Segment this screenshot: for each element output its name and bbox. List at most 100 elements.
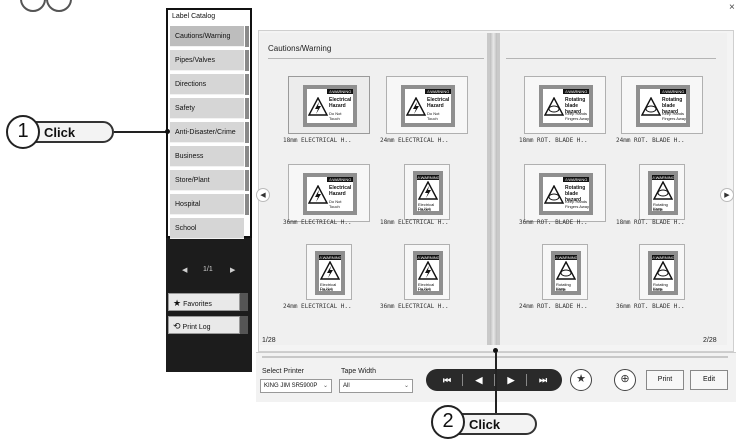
- electrical-hazard-warning-label: ⚠WARNING Electrical Hazard Do Not Touch: [315, 251, 345, 295]
- callout-2-pill: Click: [455, 413, 537, 435]
- print-log-label: Print Log: [182, 324, 211, 331]
- warning-header: ⚠WARNING: [660, 89, 686, 94]
- thumbnail-frame[interactable]: ⚠WARNING Electrical Hazard Do Not Touch: [306, 244, 352, 300]
- thumbnail-frame[interactable]: ⚠WARNING Electrical Hazard Do Not Touch: [386, 76, 468, 134]
- category-scroll-indicator: [245, 146, 249, 167]
- thumbnail-frame[interactable]: ⚠WARNING Electrical Hazard Do Not Touch: [288, 76, 370, 134]
- thumbnail-caption: 18mm ELECTRICAL H..: [380, 219, 449, 226]
- category-item-safety[interactable]: Safety: [170, 98, 244, 119]
- print-log-button-edge: [240, 316, 248, 334]
- rotating-blade-warning-label: ⚠WARNINGRotating bladeKeep Hands Fingers…: [551, 251, 581, 295]
- electrical-hazard-icon: [406, 97, 426, 116]
- label-sub-text: Do Not Touch: [320, 286, 333, 295]
- rotating-blade-warning-label: ⚠WARNING Rotating blade hazard Keep Hands F…: [636, 85, 690, 127]
- thumbnail-caption: 18mm ELECTRICAL H..: [283, 137, 352, 144]
- tape-width-label: Tape Width: [341, 368, 377, 375]
- tape-width-select-value: All: [343, 383, 350, 389]
- label-sub-text: Do Not Touch: [329, 199, 342, 209]
- chevron-down-icon: ⌄: [322, 383, 328, 389]
- label-main-text: Hazard: [329, 103, 346, 109]
- label-main-text: Hazard: [427, 103, 444, 109]
- thumbnail-caption: 36mm ROT. BLADE H..: [616, 303, 685, 310]
- category-item-business[interactable]: Business: [170, 146, 244, 167]
- catalog-prev-arrow[interactable]: ◀: [256, 188, 270, 202]
- tape-width-select[interactable]: All ⌄: [339, 379, 413, 393]
- warning-header: ⚠WARNING: [327, 177, 353, 182]
- category-item-store-plant[interactable]: Store/Plant: [170, 170, 244, 191]
- rotating-blade-warning-label: ⚠WARNINGRotating bladeKeep Hands Fingers…: [648, 171, 678, 215]
- rotating-blade-warning-label: ⚠WARNINGRotating bladeKeep Hands Fingers…: [648, 251, 678, 295]
- callout-1-dot: [165, 129, 170, 134]
- thumbnail-caption: 18mm ROT. BLADE H..: [519, 137, 588, 144]
- category-item-cautions-warning[interactable]: Cautions/Warning: [170, 26, 244, 47]
- warning-header: ⚠WARNING: [555, 255, 578, 260]
- callout-2-text: Click: [469, 417, 501, 432]
- thumbnail-frame[interactable]: ⚠WARNINGRotating bladeKeep Hands Fingers…: [639, 244, 685, 300]
- sidebar-pager-prev[interactable]: ◀: [182, 266, 187, 274]
- thumbnail-frame[interactable]: ⚠WARNING Electrical Hazard Do Not Touch: [404, 244, 450, 300]
- category-item-anti-disaster-crime[interactable]: Anti-Disaster/Crime: [170, 122, 244, 143]
- printer-select-value: KING JIM SR5900P: [264, 383, 318, 389]
- thumbnail-frame[interactable]: ⚠WARNING Rotating blade hazard Keep Hands F…: [621, 76, 703, 134]
- electrical-hazard-icon: [308, 185, 328, 204]
- category-item-directions[interactable]: Directions: [170, 74, 244, 95]
- favorites-button[interactable]: ★ Favorites: [168, 293, 240, 311]
- thumbnail-caption: 24mm ROT. BLADE H..: [616, 137, 685, 144]
- callout-2-line: [495, 352, 497, 414]
- blade-hazard-icon: [556, 261, 576, 280]
- label-sub-text: Do Not Touch: [427, 111, 440, 121]
- control-divider: [526, 374, 527, 386]
- favorite-star-button[interactable]: ★: [570, 369, 592, 391]
- book-spine: [490, 33, 497, 345]
- thumbnail-frame[interactable]: ⚠WARNING Electrical Hazard Do Not Touch: [404, 164, 450, 220]
- thumbnail-frame[interactable]: ⚠WARNING Rotating blade hazard Keep Hands F…: [524, 164, 606, 222]
- last-page-button[interactable]: ⏭: [528, 371, 558, 389]
- printer-select[interactable]: KING JIM SR5900P ⌄: [260, 379, 332, 393]
- electrical-hazard-warning-label: ⚠WARNING Electrical Hazard Do Not Touch: [413, 171, 443, 215]
- category-scroll-indicator: [245, 194, 249, 215]
- label-sub-text: Keep Hands Fingers Away: [565, 111, 589, 121]
- zoom-in-button[interactable]: ⊕: [614, 369, 636, 391]
- catalog-next-arrow[interactable]: ▶: [720, 188, 734, 202]
- close-icon[interactable]: ×: [729, 2, 735, 13]
- electrical-hazard-icon: [320, 261, 340, 280]
- thumbnail-caption: 36mm ROT. BLADE H..: [519, 219, 588, 226]
- history-icon: ⟲: [173, 321, 181, 331]
- warning-header: ⚠WARNING: [417, 175, 440, 180]
- select-printer-label: Select Printer: [262, 368, 305, 375]
- category-scroll-indicator: [245, 98, 249, 119]
- label-sub-text: Do Not Touch: [418, 206, 431, 215]
- prev-page-button[interactable]: ◀: [464, 371, 494, 389]
- label-main-text: Hazard: [329, 191, 346, 197]
- thumbnail-frame[interactable]: ⚠WARNINGRotating bladeKeep Hands Fingers…: [639, 164, 685, 220]
- blade-hazard-icon: [544, 185, 564, 204]
- corner-circle-decoration: [46, 0, 72, 12]
- thumbnail-frame[interactable]: ⚠WARNING Rotating blade hazard Keep Hands F…: [524, 76, 606, 134]
- first-page-button[interactable]: ⏮: [432, 371, 462, 389]
- blade-hazard-icon: [653, 181, 673, 200]
- print-log-button[interactable]: ⟲ Print Log: [168, 316, 240, 334]
- next-page-button[interactable]: ▶: [496, 371, 526, 389]
- star-icon: ★: [173, 298, 182, 308]
- thumbnail-caption: 36mm ELECTRICAL H..: [283, 219, 352, 226]
- warning-header: ⚠WARNING: [563, 177, 589, 182]
- category-scroll-indicator: [245, 74, 249, 95]
- callout-1-pill: Click: [30, 121, 114, 143]
- edit-button[interactable]: Edit: [690, 370, 728, 390]
- favorites-button-edge: [240, 293, 248, 311]
- electrical-hazard-warning-label: ⚠WARNING Electrical Hazard Do Not Touch: [401, 85, 455, 127]
- thumbnail-caption: 36mm ELECTRICAL H..: [380, 303, 449, 310]
- electrical-hazard-icon: [308, 97, 328, 116]
- thumbnail-frame[interactable]: ⚠WARNINGRotating bladeKeep Hands Fingers…: [542, 244, 588, 300]
- corner-circle-decoration: [20, 0, 46, 12]
- title-rule: [506, 58, 716, 59]
- print-button[interactable]: Print: [646, 370, 684, 390]
- category-item-hospital[interactable]: Hospital: [170, 194, 244, 215]
- label-sub-text: Keep Hands Fingers Away: [565, 199, 589, 209]
- category-item-school[interactable]: School: [170, 218, 244, 239]
- category-list: Label Catalog Cautions/Warning Pipes/Val…: [166, 8, 252, 239]
- title-rule: [268, 58, 484, 59]
- category-item-pipes-valves[interactable]: Pipes/Valves: [170, 50, 244, 71]
- thumbnail-frame[interactable]: ⚠WARNING Electrical Hazard Do Not Touch: [288, 164, 370, 222]
- sidebar-pager-next[interactable]: ▶: [230, 266, 235, 274]
